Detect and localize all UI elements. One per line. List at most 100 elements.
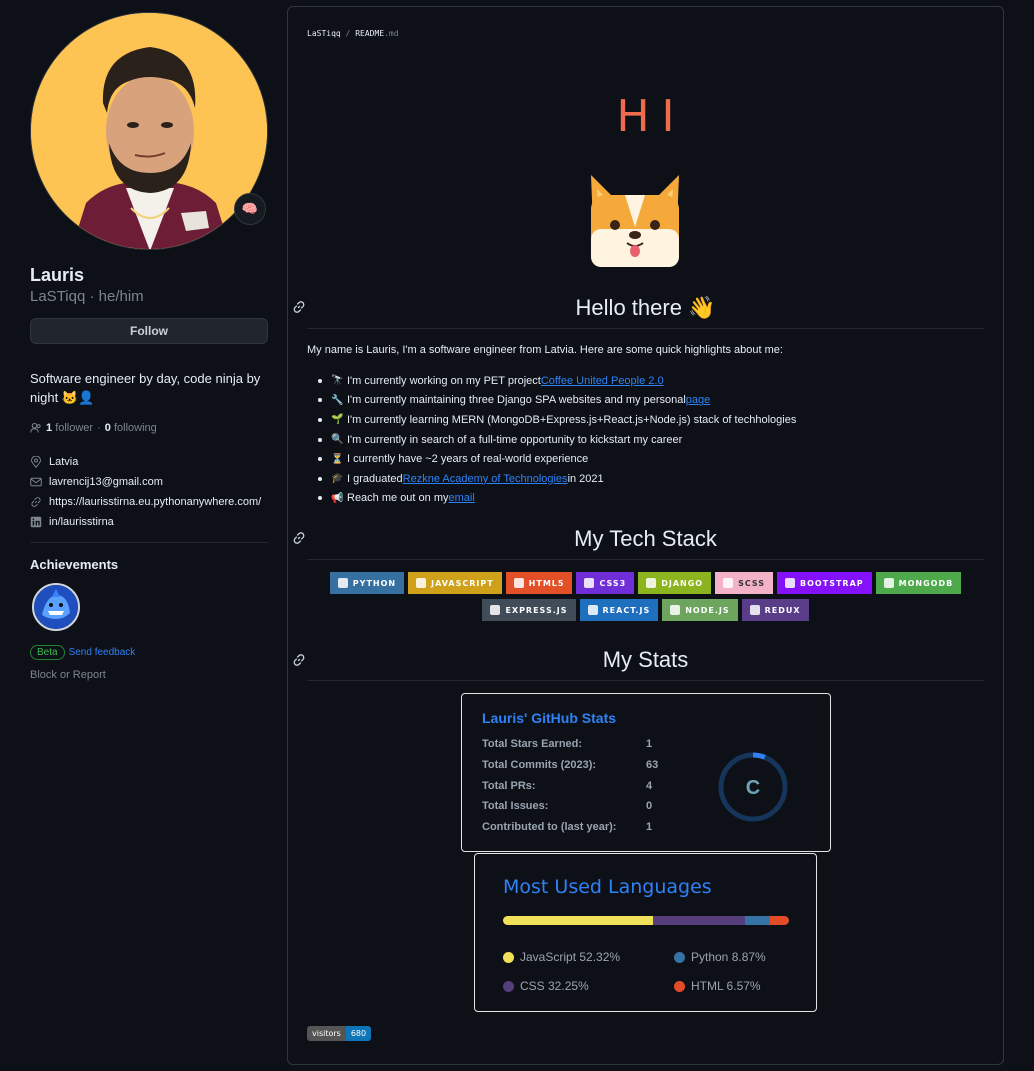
nodejs-badge[interactable]: NODE.JS xyxy=(662,599,738,621)
dot-separator: · xyxy=(97,422,101,434)
list-item: ⏳ I currently have ~2 years of real-world… xyxy=(318,449,796,469)
javascript-badge[interactable]: JAVASCRIPT xyxy=(408,572,502,594)
language-label: CSS 32.25% xyxy=(520,979,589,993)
highlights-list: 🔭 I'm currently working on my PET project… xyxy=(318,371,796,508)
personal-page-link[interactable]: page xyxy=(686,394,710,406)
coffee-united-people-link[interactable]: Coffee United People 2.0 xyxy=(541,375,664,387)
sidebar-divider xyxy=(30,542,268,543)
profile-avatar[interactable] xyxy=(30,12,268,250)
css3-icon xyxy=(584,578,595,588)
profile-details: Latvia lavrencij13@gmail.com https://lau… xyxy=(30,452,290,532)
stat-label: Total Stars Earned: xyxy=(482,738,583,750)
languages-card-title: Most Used Languages xyxy=(503,876,712,898)
send-feedback-link[interactable]: Send feedback xyxy=(69,647,136,658)
stat-value: 1 xyxy=(646,738,653,750)
following-link[interactable]: 0 following xyxy=(105,422,157,434)
website-link[interactable]: https://laurisstirna.eu.pythonanywhere.c… xyxy=(49,496,261,508)
megaphone-icon: 📢 xyxy=(331,492,344,504)
stat-value: 1 xyxy=(646,821,653,833)
readme-panel: LaSTiqq / README.md HI Hello there 👋 My … xyxy=(287,6,1004,1065)
beta-label: Beta xyxy=(30,645,65,660)
django-badge[interactable]: DJANGO xyxy=(638,572,712,594)
email-link-readme[interactable]: email xyxy=(449,492,475,504)
mongodb-badge[interactable]: MONGODB xyxy=(875,572,962,594)
list-item: 🔧 I'm currently maintaining three Django … xyxy=(318,391,796,411)
stat-label: Total PRs: xyxy=(482,780,536,792)
languages-progress-bar xyxy=(503,916,789,925)
stat-value: 63 xyxy=(646,759,659,771)
highlight-text: Reach me out on my xyxy=(347,492,449,505)
rank-letter: C xyxy=(746,777,760,799)
scss-badge[interactable]: SCSS xyxy=(715,572,774,594)
language-label: JavaScript 52.32% xyxy=(520,950,621,964)
expressjs-badge[interactable]: EXPRESS.JS xyxy=(482,599,576,621)
achievement-badge[interactable] xyxy=(32,583,80,631)
my-stats-heading: My Stats xyxy=(307,645,984,681)
hello-heading: Hello there 👋 xyxy=(307,293,984,329)
most-used-languages-card[interactable]: Most Used Languages JavaScript 52.32% CS… xyxy=(474,853,817,1012)
rezekne-academy-link[interactable]: Rezkne Academy of Technologies xyxy=(403,473,568,485)
location-row: Latvia xyxy=(30,452,290,472)
tech-stack-heading: My Tech Stack xyxy=(307,524,984,560)
redux-badge[interactable]: REDUX xyxy=(741,599,809,621)
highlight-text: I'm currently maintaining three Django S… xyxy=(347,394,686,407)
breadcrumb-separator: / xyxy=(345,29,351,38)
highlight-text: in 2021 xyxy=(567,472,604,485)
hello-anchor-link-icon[interactable] xyxy=(292,300,306,314)
tech-anchor-link-icon[interactable] xyxy=(292,531,306,545)
python-icon xyxy=(337,578,348,588)
block-or-report-link[interactable]: Block or Report xyxy=(30,669,106,681)
shark-badge-icon xyxy=(34,585,78,629)
badge-label: MONGODB xyxy=(898,578,954,588)
email-link[interactable]: lavrencij13@gmail.com xyxy=(49,476,163,488)
language-label: HTML 6.57% xyxy=(691,979,761,993)
badge-label: PYTHON xyxy=(352,578,397,588)
list-item: 🎓 I graduated Rezkne Academy of Technolog… xyxy=(318,469,796,489)
javascript-dot xyxy=(503,951,514,963)
react-icon xyxy=(587,605,598,615)
language-bar-segment xyxy=(503,916,653,925)
python-badge[interactable]: PYTHON xyxy=(329,572,405,594)
followers-link[interactable]: 1 follower xyxy=(46,422,93,434)
highlight-text: I'm currently working on my PET project xyxy=(347,374,541,387)
follow-button[interactable]: Follow xyxy=(30,318,268,344)
linkedin-row[interactable]: in/laurisstirna xyxy=(30,512,290,532)
achievements-title: Achievements xyxy=(30,557,119,572)
website-row[interactable]: https://laurisstirna.eu.pythonanywhere.c… xyxy=(30,492,290,512)
readme-file-link[interactable]: README xyxy=(355,29,384,38)
followers-following: 1 follower · 0 following xyxy=(30,422,157,434)
tech-badges-row-2: EXPRESS.JS REACT.JS NODE.JS REDUX xyxy=(288,599,1003,621)
visitors-label: visitors xyxy=(307,1026,346,1041)
badge-label: JAVASCRIPT xyxy=(431,578,494,588)
achievements-beta-row: Beta Send feedback xyxy=(30,645,135,660)
stats-anchor-link-icon[interactable] xyxy=(292,653,306,667)
javascript-icon xyxy=(416,578,427,588)
corgi-icon xyxy=(591,175,679,267)
readme-file-ext: .md xyxy=(384,29,399,38)
profile-bio: Software engineer by day, code ninja by … xyxy=(30,371,261,405)
reactjs-badge[interactable]: REACT.JS xyxy=(579,599,659,621)
visitors-badge: visitors 680 xyxy=(307,1026,372,1041)
intro-paragraph: My name is Lauris, I'm a software engine… xyxy=(307,344,783,356)
stat-value: 4 xyxy=(646,780,653,792)
highlight-text: I graduated xyxy=(347,472,403,485)
language-item-html: HTML 6.57% xyxy=(674,979,761,993)
html5-badge[interactable]: HTML5 xyxy=(505,572,573,594)
python-dot xyxy=(674,951,685,963)
magnifier-icon: 🔍 xyxy=(331,434,344,446)
linkedin-link[interactable]: in/laurisstirna xyxy=(49,516,114,528)
status-emoji-button[interactable]: 🧠 xyxy=(234,193,266,225)
mail-icon xyxy=(30,477,42,487)
github-stats-card[interactable]: Lauris' GitHub Stats Total Stars Earned:… xyxy=(461,693,831,852)
html-dot xyxy=(674,980,685,992)
readme-owner-link[interactable]: LaSTiqq xyxy=(307,29,341,38)
hourglass-icon: ⏳ xyxy=(331,453,344,465)
list-item: 🌱 I'm currently learning MERN (MongoDB+Ex… xyxy=(318,410,796,430)
badge-label: DJANGO xyxy=(661,578,704,588)
email-row[interactable]: lavrencij13@gmail.com xyxy=(30,472,290,492)
badge-label: SCSS xyxy=(738,578,766,588)
bootstrap-badge[interactable]: BOOTSTRAP xyxy=(777,572,872,594)
language-bar-segment xyxy=(744,916,771,925)
language-label: Python 8.87% xyxy=(691,950,766,964)
css3-badge[interactable]: CSS3 xyxy=(576,572,635,594)
